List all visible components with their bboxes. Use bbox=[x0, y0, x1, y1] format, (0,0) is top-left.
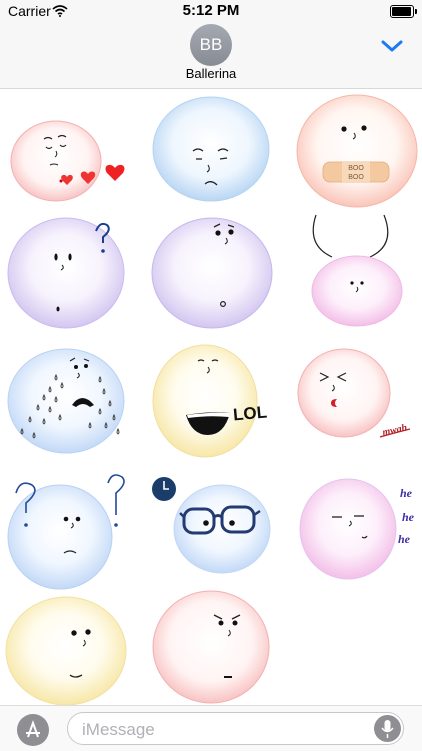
microphone-icon[interactable] bbox=[374, 715, 401, 742]
sticker-grid: BOO BOO LOL mwah he he he bbox=[0, 89, 422, 707]
bandage-label-1: BOO bbox=[348, 165, 364, 172]
lol-label: LOL bbox=[232, 403, 268, 425]
chevron-down-icon[interactable] bbox=[380, 36, 404, 56]
message-placeholder: iMessage bbox=[82, 720, 155, 739]
status-time: 5:12 PM bbox=[182, 2, 240, 19]
sticker-worried-face[interactable] bbox=[148, 213, 278, 331]
message-bar: iMessage bbox=[0, 705, 422, 751]
he-label-3: he bbox=[398, 532, 411, 546]
status-bar: Carrier 5:12 PM bbox=[0, 0, 422, 22]
sticker-hearts[interactable] bbox=[4, 105, 134, 223]
sticker-angry-face[interactable] bbox=[150, 589, 280, 707]
conversation-header: BB Ballerina bbox=[0, 22, 422, 89]
sticker-horns-face[interactable] bbox=[300, 211, 422, 329]
sticker-smile-yellow-face[interactable] bbox=[4, 595, 134, 713]
bandage-label-2: BOO bbox=[348, 174, 364, 181]
sticker-bandage-face[interactable]: BOO BOO bbox=[292, 89, 422, 208]
he-label-1: he bbox=[400, 486, 413, 500]
sticker-crying-face[interactable] bbox=[4, 345, 134, 463]
sticker-question-face[interactable] bbox=[4, 215, 134, 333]
battery-icon bbox=[390, 5, 417, 18]
contact-name[interactable]: Ballerina bbox=[0, 66, 422, 81]
message-input[interactable]: iMessage bbox=[67, 712, 404, 745]
he-label-2: he bbox=[402, 510, 415, 524]
sticker-sad-face[interactable] bbox=[148, 93, 278, 211]
app-store-icon[interactable] bbox=[17, 714, 49, 746]
sticker-glasses-clock-face[interactable] bbox=[150, 465, 280, 583]
sticker-confused-face[interactable] bbox=[2, 474, 132, 593]
sticker-lol-face[interactable]: LOL bbox=[150, 341, 280, 459]
sticker-hehehe-face[interactable]: he he he bbox=[296, 475, 422, 593]
avatar[interactable]: BB bbox=[190, 24, 232, 66]
sticker-kiss-face[interactable]: mwah bbox=[294, 345, 422, 463]
